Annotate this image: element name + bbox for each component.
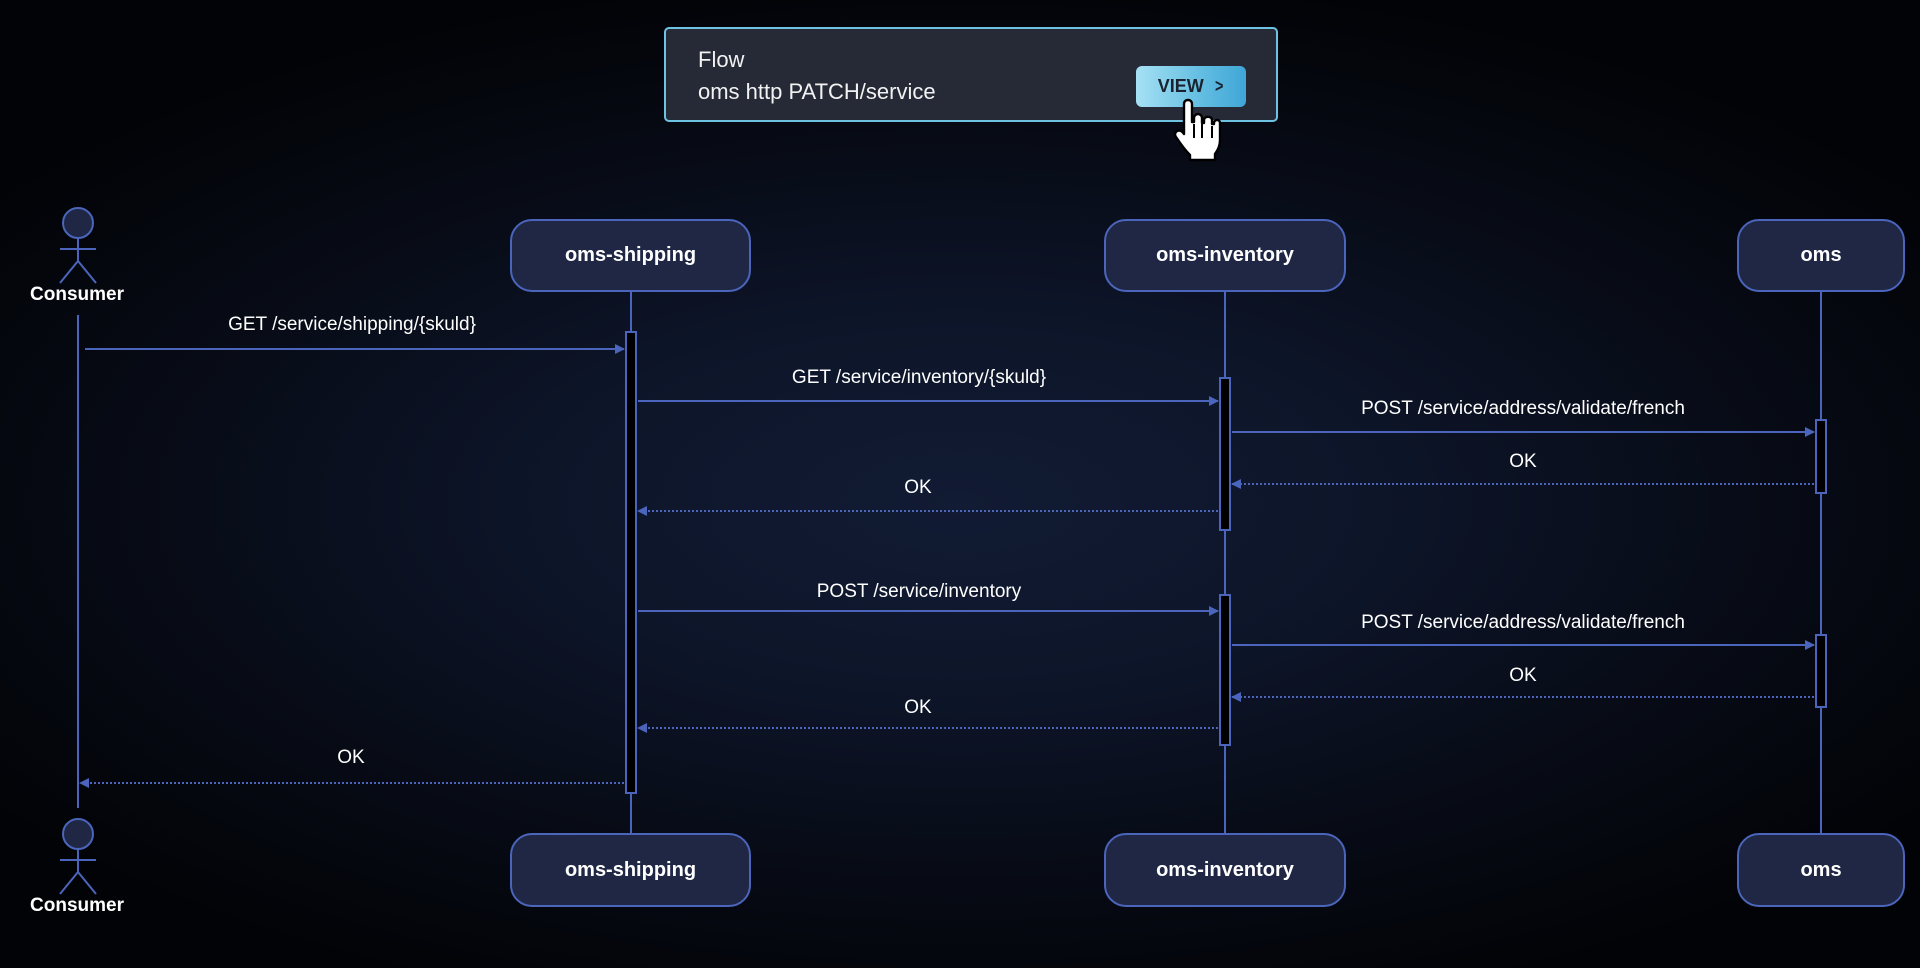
flow-title: Flow	[698, 47, 745, 72]
activation-oms	[1815, 634, 1827, 708]
activation-oms-inventory	[1219, 594, 1231, 746]
chevron-right-icon: >	[1214, 76, 1224, 96]
message-label: POST /service/address/validate/french	[1361, 398, 1685, 419]
message-label: OK	[904, 697, 932, 718]
participant-oms-shipping-top[interactable]: oms-shipping	[510, 219, 751, 292]
participant-label: oms	[1800, 244, 1842, 266]
activation-oms	[1815, 419, 1827, 494]
activation-oms-shipping	[625, 331, 637, 794]
participant-label: oms-shipping	[564, 858, 697, 881]
actor-consumer-bottom-icon	[59, 818, 97, 895]
participant-label: oms	[1800, 858, 1842, 881]
message-label: OK	[1509, 665, 1537, 686]
actor-consumer-label-bottom: Consumer	[30, 895, 124, 916]
message-label: OK	[1509, 451, 1537, 472]
message-label: OK	[337, 747, 365, 768]
message-label: POST /service/inventory	[816, 581, 1022, 602]
participant-oms-bottom[interactable]: oms	[1737, 833, 1905, 907]
participant-oms-inventory-top[interactable]: oms-inventory	[1104, 219, 1346, 292]
message-label: POST /service/address/validate/french	[1361, 612, 1685, 633]
participant-oms-inventory-bottom[interactable]: oms-inventory	[1104, 833, 1346, 907]
message-label: OK	[904, 477, 932, 498]
actor-consumer-label-top: Consumer	[30, 284, 124, 305]
participant-oms-top[interactable]: oms	[1737, 219, 1905, 292]
message-label: GET /service/inventory/{skuld}	[791, 367, 1047, 388]
sequence-diagram	[59, 207, 1827, 895]
participant-oms-shipping-bottom[interactable]: oms-shipping	[510, 833, 751, 907]
participant-label: oms-inventory	[1156, 244, 1294, 266]
actor-consumer-top-icon	[59, 207, 97, 284]
activation-oms-inventory	[1219, 377, 1231, 531]
flow-subtitle: oms http PATCH/service	[698, 79, 936, 104]
participant-label: oms-shipping	[564, 244, 697, 266]
view-button-label: VIEW	[1157, 76, 1204, 96]
hand-cursor-icon	[1173, 98, 1222, 162]
participant-label: oms-inventory	[1156, 858, 1294, 881]
message-label: GET /service/shipping/{skuld}	[228, 314, 476, 335]
